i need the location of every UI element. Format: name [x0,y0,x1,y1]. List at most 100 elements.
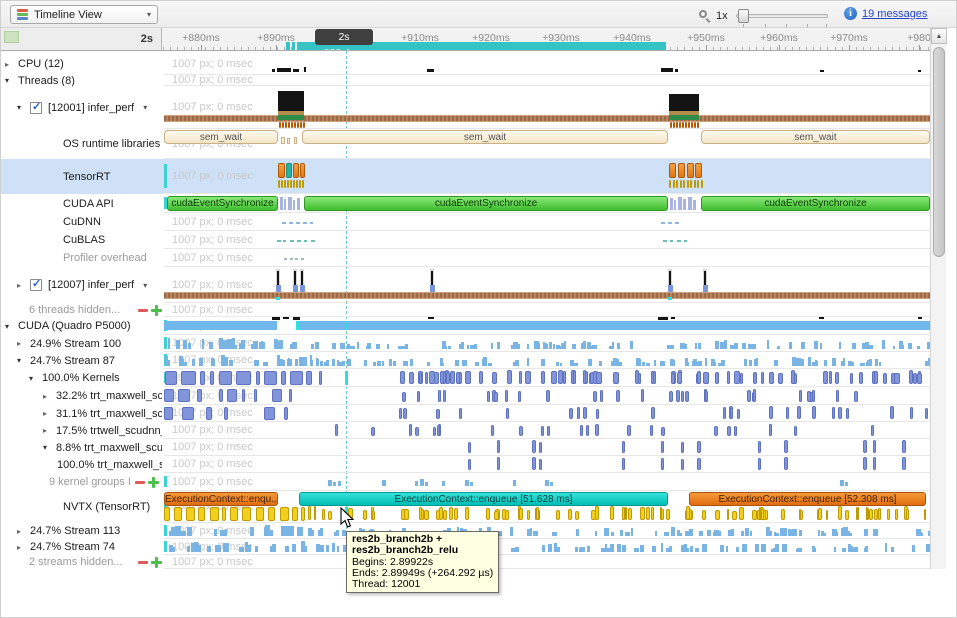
timeline-row-k100[interactable]: 100.0% trt_maxwell_scud1007 px; 0 msec [1,456,930,473]
row-track-kgroups[interactable]: 1007 px; 0 msec [164,473,930,491]
row-track-hidden2[interactable]: 1007 px; 0 msec [164,555,930,569]
collapse-minus-icon[interactable] [135,481,145,484]
expand-plus-icon[interactable] [148,477,159,488]
expander-collapsed-icon[interactable]: ▸ [17,543,25,552]
zoom-slider-track[interactable] [736,14,828,18]
event-bar-cuda_sync[interactable]: cudaEventSynchronize [167,196,278,211]
sidebar-item-k17[interactable]: ▸17.5% trtwell_scudnn_128x [1,422,162,439]
sidebar-item-hidden6[interactable]: 6 threads hidden... [1,303,162,317]
sidebar-item-k100[interactable]: 100.0% trt_maxwell_scud [1,456,162,473]
event-block[interactable] [300,163,305,178]
scrollbar-thumb[interactable] [933,47,945,257]
sidebar-item-cudnn[interactable]: CuDNN [1,213,162,231]
timeline-row-s87[interactable]: ▾24.7% Stream 871007 px; 0 msec [1,352,930,369]
sidebar-item-osrt[interactable]: OS runtime libraries [1,129,162,159]
sidebar-item-cudadev[interactable]: ▾CUDA (Quadro P5000) [1,317,162,335]
row-track-s100[interactable]: 1007 px; 0 msec [164,335,930,352]
row-track-s113[interactable]: 1007 px; 0 msec [164,523,930,539]
sidebar-item-nvtx[interactable]: NVTX (TensorRT) [1,491,162,523]
row-track-s87[interactable]: 1007 px; 0 msec [164,352,930,369]
row-track-k88[interactable]: 1007 px; 0 msec [164,439,930,456]
collapse-minus-icon[interactable] [138,561,148,564]
event-block[interactable] [678,163,685,178]
row-track-cpu[interactable]: 1007 px; 0 msec [164,53,930,75]
vertical-scrollbar[interactable]: ▲ [930,28,946,569]
expander-collapsed-icon[interactable]: ▸ [17,281,25,290]
sidebar-item-s113[interactable]: ▸24.7% Stream 113 [1,523,162,539]
timeline-row-cpu[interactable]: ▸CPU (12)1007 px; 0 msec [1,53,930,75]
row-track-osrt[interactable]: 1007 px; 0 msecsem_waitsem_waitsem_wait [164,129,930,159]
zoom-slider-handle[interactable] [738,9,749,23]
collapse-minus-icon[interactable] [138,309,148,312]
expander-collapsed-icon[interactable]: ▸ [43,409,51,418]
expander-expanded-icon[interactable]: ▾ [43,443,51,452]
sidebar-item-s74[interactable]: ▸24.7% Stream 74 [1,539,162,555]
timeline-row-hidden6[interactable]: 6 threads hidden...1007 px; 0 msec [1,303,930,317]
row-track-k100[interactable]: 1007 px; 0 msec [164,456,930,473]
sidebar-item-k32[interactable]: ▸32.2% trt_maxwell_scudnn_ [1,387,162,405]
row-track-cudnn[interactable]: 1007 px; 0 msec [164,213,930,231]
sidebar-item-cudaapi[interactable]: CUDA API [1,194,162,213]
timeline-row-cublas[interactable]: CuBLAS1007 px; 0 msec [1,231,930,249]
expand-plus-icon[interactable] [151,557,162,568]
row-track-k32[interactable]: 1007 px; 0 msec [164,387,930,405]
timeline-row-kgroups[interactable]: 9 kernel groups I↘1007 px; 0 msec [1,473,930,491]
row-track-k31[interactable]: 1007 px; 0 msec [164,405,930,422]
view-selector-dropdown[interactable]: Timeline View ▾ [10,5,158,24]
row-track-kernels[interactable]: 1007 px; 0 msec [164,369,930,387]
expander-collapsed-icon[interactable]: ▸ [43,426,51,435]
sidebar-item-kernels[interactable]: ▾100.0% Kernels [1,369,162,387]
row-track-cudadev[interactable]: 1007 px; 0 msec [164,317,930,335]
sidebar-item-k88[interactable]: ▾8.8% trt_maxwell_scudnn_1 [1,439,162,456]
timeline-ruler[interactable]: +880ms+890ms+910ms+920ms+930ms+940ms+950… [162,28,930,51]
timeline-row-k32[interactable]: ▸32.2% trt_maxwell_scudnn_1007 px; 0 mse… [1,387,930,405]
event-block[interactable] [278,163,285,178]
expand-plus-icon[interactable] [151,305,162,316]
expander-expanded-icon[interactable]: ▾ [5,76,13,85]
scroll-up-icon[interactable]: ▲ [931,28,947,44]
timeline-row-kernels[interactable]: ▾100.0% Kernels1007 px; 0 msec [1,369,930,387]
event-block[interactable] [687,163,694,178]
event-bar-sem_wait[interactable]: sem_wait [302,130,668,144]
expander-expanded-icon[interactable]: ▾ [5,322,13,331]
timeline-row-t12007[interactable]: ▸✓[12007] infer_perf▾1007 px; 0 msec [1,267,930,303]
timeline-row-nvtx[interactable]: NVTX (TensorRT)1007 px; 0 msecExecutionC… [1,491,930,523]
sidebar-item-kgroups[interactable]: 9 kernel groups I↘ [1,473,162,491]
timeline-row-tensorrt[interactable]: TensorRT1007 px; 0 msec [1,159,930,194]
row-options-dropdown-icon[interactable]: ▾ [143,103,147,112]
event-bar-cuda_sync[interactable]: cudaEventSynchronize [701,196,930,211]
sidebar-item-s87[interactable]: ▾24.7% Stream 87 [1,352,162,369]
row-track-cublas[interactable]: 1007 px; 0 msec [164,231,930,249]
sidebar-item-tensorrt[interactable]: TensorRT [1,159,162,194]
expander-collapsed-icon[interactable]: ▸ [17,339,25,348]
timeline-row-cudaapi[interactable]: CUDA API1007 px; 0 mseccudaEventSynchron… [1,194,930,213]
row-track-t12001[interactable]: 1007 px; 0 msec [164,86,930,129]
sidebar-item-t12007[interactable]: ▸✓[12007] infer_perf▾ [1,267,162,303]
thread-checkbox[interactable]: ✓ [30,102,42,114]
row-track-t12007[interactable]: 1007 px; 0 msec [164,267,930,303]
event-bar-sem_wait[interactable]: sem_wait [164,130,278,144]
row-track-k17[interactable]: 1007 px; 0 msec [164,422,930,439]
row-track-tensorrt[interactable]: 1007 px; 0 msec [164,159,930,194]
timeline-row-profiler[interactable]: Profiler overhead1007 px; 0 msec [1,249,930,267]
row-track-hidden6[interactable]: 1007 px; 0 msec [164,303,930,317]
timeline-row-k31[interactable]: ▸31.1% trt_maxwell_scudnn1007 px; 0 msec [1,405,930,422]
row-track-threads[interactable]: 1007 px; 0 msec [164,75,930,86]
event-block[interactable] [278,115,304,120]
sidebar-item-s100[interactable]: ▸24.9% Stream 100 [1,335,162,352]
timeline-row-cudadev[interactable]: ▾CUDA (Quadro P5000)1007 px; 0 msec [1,317,930,335]
event-bar-enqueue_2[interactable]: ExecutionContext::enqueue [52.308 ms] [689,492,926,506]
event-block[interactable] [278,91,304,111]
event-block[interactable] [286,163,292,178]
event-bar-sem_wait[interactable]: sem_wait [701,130,930,144]
expander-expanded-icon[interactable]: ▾ [17,356,25,365]
timeline-row-s100[interactable]: ▸24.9% Stream 1001007 px; 0 msec [1,335,930,352]
expander-expanded-icon[interactable]: ▾ [29,374,37,383]
expander-collapsed-icon[interactable]: ▸ [17,527,25,536]
timeline-row-k88[interactable]: ▾8.8% trt_maxwell_scudnn_11007 px; 0 mse… [1,439,930,456]
timeline-row-t12001[interactable]: ▾✓[12001] infer_perf▾1007 px; 0 msec [1,86,930,129]
sidebar-item-cpu[interactable]: ▸CPU (12) [1,53,162,75]
timeline-row-k17[interactable]: ▸17.5% trtwell_scudnn_128x1007 px; 0 mse… [1,422,930,439]
event-bar-cuda_sync[interactable]: cudaEventSynchronize [304,196,668,211]
timeline-row-cudnn[interactable]: CuDNN1007 px; 0 msec [1,213,930,231]
